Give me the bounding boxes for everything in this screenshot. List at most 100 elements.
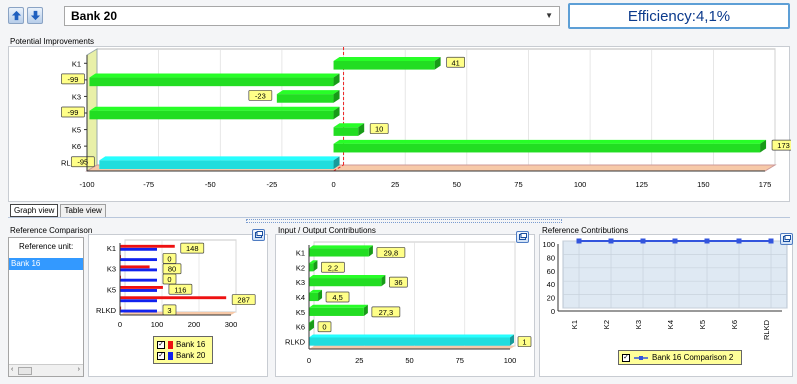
bar-top bbox=[89, 73, 340, 78]
unit-select-value: Bank 20 bbox=[71, 9, 118, 23]
refcontrib-export-button[interactable] bbox=[780, 233, 793, 245]
bar-bank-16 bbox=[120, 296, 227, 300]
move-down-button[interactable] bbox=[27, 7, 43, 24]
x-tick-label: K4 bbox=[666, 320, 675, 329]
data-label: -23 bbox=[255, 91, 266, 100]
x-tick-label: 200 bbox=[188, 320, 201, 329]
potential-chart-frame: -100-75-50-250255075100125150175K141K2-9… bbox=[8, 46, 796, 202]
x-tick-label: 75 bbox=[456, 356, 464, 365]
data-label: 3 bbox=[167, 306, 171, 315]
bar-bank-20 bbox=[120, 268, 157, 272]
checkbox-icon[interactable]: ✓ bbox=[622, 353, 630, 362]
bar-k5 bbox=[333, 127, 359, 136]
reference-legend: ✓ Bank 16 ✓ Bank 20 bbox=[153, 336, 213, 364]
bar-top bbox=[276, 90, 340, 95]
bar-bank-20 bbox=[120, 258, 157, 262]
scroll-left-icon: ‹ bbox=[11, 366, 14, 373]
x-tick-label: 0 bbox=[331, 180, 335, 189]
legend-swatch bbox=[168, 340, 173, 349]
bar-rlkd bbox=[99, 160, 334, 170]
reference-title: Reference Comparison bbox=[10, 226, 93, 235]
y-tick-label: K1 bbox=[296, 248, 305, 257]
bar-bank-20 bbox=[120, 247, 157, 251]
scroll-thumb[interactable] bbox=[18, 367, 32, 375]
y-tick-label: K2 bbox=[296, 263, 305, 272]
x-tick-label: RLKD bbox=[762, 319, 771, 340]
bar-bank-16 bbox=[120, 244, 175, 248]
legend-swatch bbox=[168, 351, 173, 360]
y-tick-label: K1 bbox=[107, 244, 116, 253]
y-tick-label: 80 bbox=[547, 253, 555, 262]
reference-unit-label: Reference unit: bbox=[19, 242, 74, 251]
x-tick-label: -50 bbox=[205, 180, 216, 189]
x-tick-label: 300 bbox=[225, 320, 238, 329]
horizontal-scrollbar[interactable]: ‹ › bbox=[9, 364, 83, 376]
data-label: 41 bbox=[451, 58, 459, 67]
x-tick-label: K2 bbox=[602, 320, 611, 329]
x-tick-label: 150 bbox=[697, 180, 710, 189]
io-export-button[interactable] bbox=[516, 231, 529, 243]
data-label: 287 bbox=[237, 296, 250, 305]
y-tick-label: K4 bbox=[296, 293, 305, 302]
data-point bbox=[608, 238, 614, 244]
checkbox-icon[interactable]: ✓ bbox=[157, 351, 165, 360]
bar-top bbox=[99, 156, 340, 161]
x-tick-label: 75 bbox=[514, 180, 522, 189]
data-point bbox=[768, 238, 774, 244]
bar-k1 bbox=[309, 248, 369, 257]
bar-k2 bbox=[89, 77, 334, 87]
bar-bank-20 bbox=[120, 309, 157, 313]
x-tick-label: 100 bbox=[151, 320, 164, 329]
x-tick-label: -75 bbox=[143, 180, 154, 189]
bar-top bbox=[309, 275, 386, 279]
y-tick-label: 0 bbox=[551, 307, 555, 316]
y-tick-label: K6 bbox=[296, 323, 305, 332]
data-label: 4,5 bbox=[332, 293, 342, 302]
splitter-handle[interactable] bbox=[246, 219, 562, 223]
reference-chart-frame: 0 100 200 300 K1 148 0 K3 80 0 K5 116 287 RLKD 3 ✓ Ban… bbox=[88, 229, 268, 377]
bar-k3 bbox=[309, 278, 382, 287]
refcontrib-chart-frame: 0 20 40 60 80 100 K1 K2 K3 K4 K5 K6 RLKD ✓ Bank 16 C… bbox=[539, 233, 793, 377]
legend-item-bank20[interactable]: ✓ Bank 20 bbox=[157, 350, 209, 361]
data-label: 10 bbox=[375, 125, 383, 134]
window-icon bbox=[782, 235, 791, 242]
y-tick-label: K5 bbox=[72, 126, 81, 135]
bar-k2 bbox=[309, 263, 314, 272]
data-label: 173 bbox=[777, 141, 790, 150]
tab-table-view[interactable]: Table view bbox=[60, 204, 106, 217]
x-tick-label: -25 bbox=[266, 180, 277, 189]
bar-top bbox=[309, 304, 368, 308]
move-up-button[interactable] bbox=[8, 7, 24, 24]
efficiency-text: Efficiency:4,1% bbox=[627, 7, 731, 25]
reference-export-button[interactable] bbox=[252, 229, 265, 241]
unit-select[interactable]: Bank 20 ▼ bbox=[64, 6, 560, 26]
scroll-right-icon: › bbox=[77, 366, 80, 373]
tab-graph-view[interactable]: Graph view bbox=[10, 204, 59, 217]
legend-item-bank16[interactable]: ✓ Bank 16 bbox=[157, 339, 209, 350]
refcontrib-legend[interactable]: ✓ Bank 16 Comparison 2 bbox=[618, 350, 742, 365]
x-tick-label: 100 bbox=[504, 356, 517, 365]
reference-unit-item[interactable]: Bank 16 bbox=[9, 258, 83, 270]
window-icon bbox=[518, 233, 527, 240]
potential-title: Potential Improvements bbox=[10, 37, 95, 46]
bar-side bbox=[310, 319, 314, 331]
y-tick-label: K1 bbox=[72, 59, 81, 68]
y-tick-label: K3 bbox=[72, 92, 81, 101]
x-tick-label: K1 bbox=[570, 320, 579, 329]
legend-label: Bank 16 Comparison 2 bbox=[652, 353, 734, 362]
bar-k4 bbox=[309, 292, 319, 302]
reference-unit-panel: Reference unit: Bank 16 ‹ › bbox=[8, 237, 84, 377]
legend-label: Bank 20 bbox=[176, 351, 206, 360]
data-point bbox=[736, 238, 742, 244]
y-tick-label: K5 bbox=[107, 285, 116, 294]
efficiency-display: Efficiency:4,1% bbox=[568, 3, 790, 29]
data-point bbox=[640, 238, 646, 244]
bar-bank-20 bbox=[120, 289, 157, 292]
x-tick-label: 25 bbox=[391, 180, 399, 189]
potential-chart: -100-75-50-250255075100125150175K141K2-9… bbox=[61, 47, 796, 189]
x-tick-label: 0 bbox=[307, 356, 311, 365]
x-tick-label: 0 bbox=[118, 320, 122, 329]
checkbox-icon[interactable]: ✓ bbox=[157, 340, 165, 349]
bar-k5 bbox=[309, 307, 364, 316]
data-label: 27,3 bbox=[379, 308, 394, 317]
